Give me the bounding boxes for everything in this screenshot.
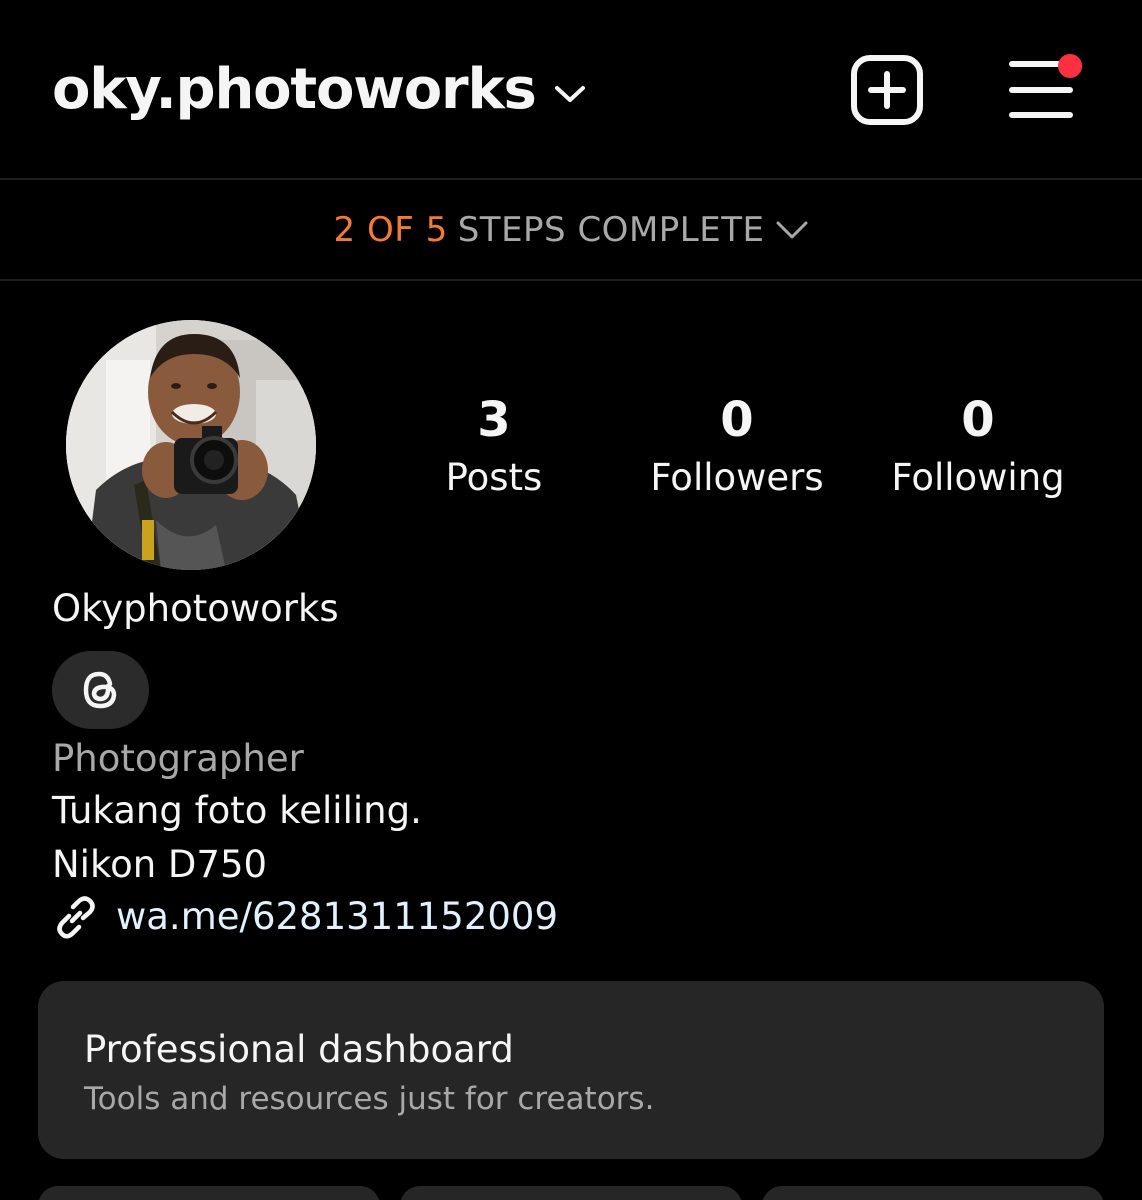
threads-icon: [83, 671, 116, 709]
link-icon: [57, 896, 95, 939]
following-stat[interactable]: 0 Following: [868, 388, 1088, 504]
profile-screen: oky.photoworks 2 OF 5 STEPS COMPLETE 3 P…: [0, 0, 1142, 1200]
link-text: wa.me/6281311152009: [116, 895, 558, 938]
following-label: Following: [891, 456, 1065, 499]
edit-profile-button[interactable]: [38, 1186, 380, 1200]
display-name: Okyphotoworks: [52, 587, 339, 630]
profile-link[interactable]: wa.me/6281311152009: [52, 892, 558, 942]
dashboard-subtitle: Tools and resources just for creators.: [84, 1081, 655, 1117]
notification-dot: [1058, 54, 1082, 78]
bio-line: Tukang foto keliling.: [52, 789, 422, 832]
contact-button[interactable]: [762, 1186, 1104, 1200]
followers-stat[interactable]: 0 Followers: [627, 388, 847, 504]
username-title: oky.photoworks: [52, 57, 537, 122]
following-count: 0: [961, 392, 995, 448]
followers-label: Followers: [650, 456, 824, 499]
steps-complete-banner[interactable]: 2 OF 5 STEPS COMPLETE: [0, 180, 1142, 280]
posts-count: 3: [477, 392, 511, 448]
profile-avatar[interactable]: [66, 320, 316, 570]
profile-category: Photographer: [52, 737, 304, 780]
professional-dashboard-card[interactable]: Professional dashboard Tools and resourc…: [38, 981, 1104, 1159]
create-plus-icon[interactable]: [850, 54, 926, 128]
account-switcher[interactable]: oky.photoworks: [52, 56, 586, 124]
threads-badge[interactable]: [52, 651, 149, 729]
chevron-down-icon: [776, 221, 808, 239]
posts-stat[interactable]: 3 Posts: [384, 388, 604, 504]
steps-progress: 2 OF 5: [333, 210, 448, 250]
steps-text: 2 OF 5 STEPS COMPLETE: [334, 210, 809, 250]
chevron-down-icon: [554, 86, 585, 102]
avatar-photo: [66, 320, 316, 570]
dashboard-title: Professional dashboard: [84, 1028, 514, 1071]
posts-label: Posts: [445, 456, 543, 499]
followers-count: 0: [720, 392, 754, 448]
share-profile-button[interactable]: [400, 1186, 742, 1200]
steps-divider: [0, 279, 1142, 281]
steps-label: STEPS COMPLETE: [457, 210, 765, 250]
bio-line: Nikon D750: [52, 843, 268, 886]
top-bar: oky.photoworks: [0, 0, 1142, 178]
